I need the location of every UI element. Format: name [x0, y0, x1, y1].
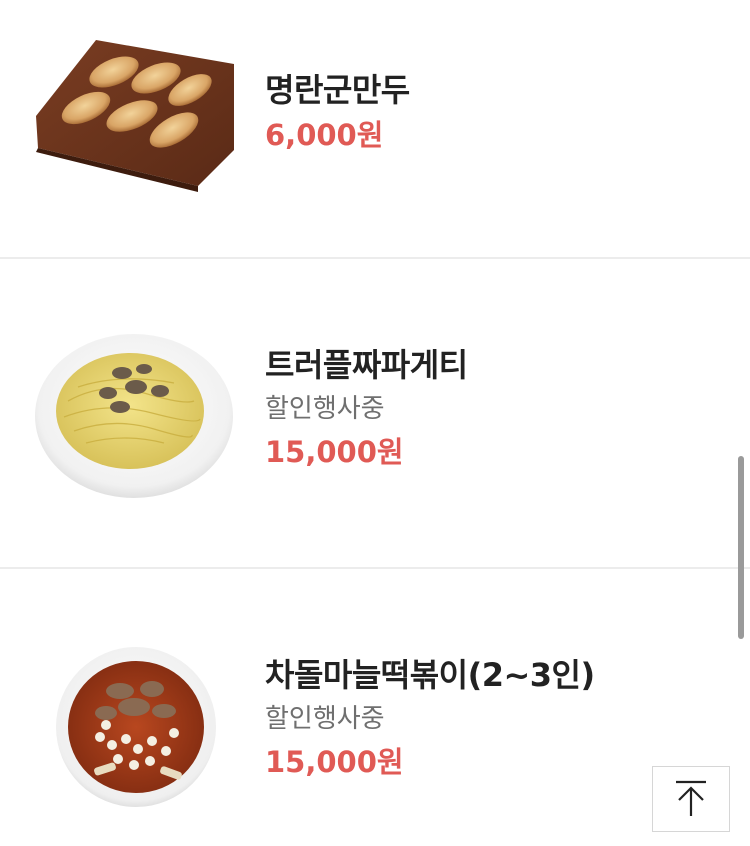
menu-image-truffle-jjapagetti[interactable] — [34, 331, 234, 501]
scroll-to-top-button[interactable] — [652, 766, 730, 832]
tteokbokki-image — [56, 647, 216, 807]
menu-list: 명란군만두 6,000원 트러플짜파게티 할인행사중 15,000원 차돌마늘떡… — [0, 0, 750, 846]
menu-item-name: 트러플짜파게티 — [265, 346, 468, 384]
vertical-scrollbar[interactable] — [738, 456, 744, 639]
menu-page: 명란군만두 6,000원 트러플짜파게티 할인행사중 15,000원 차돌마늘떡… — [0, 0, 750, 846]
menu-image-dumplings[interactable] — [34, 30, 234, 200]
list-item[interactable]: 트러플짜파게티 할인행사중 15,000원 — [0, 259, 750, 569]
menu-item-price: 6,000원 — [265, 118, 384, 152]
sale-badge: 할인행사중 — [265, 704, 385, 734]
menu-item-name: 차돌마늘떡볶이(2~3인) — [265, 656, 595, 694]
arrow-up-to-line-icon — [676, 780, 706, 816]
menu-item-info: 명란군만두 6,000원 — [265, 70, 410, 154]
menu-item-info: 트러플짜파게티 할인행사중 15,000원 — [265, 345, 468, 471]
menu-item-name: 명란군만두 — [265, 71, 410, 109]
menu-item-price: 15,000원 — [265, 745, 404, 779]
truffle-noodle-image — [35, 334, 233, 498]
sale-badge: 할인행사중 — [265, 394, 385, 424]
menu-image-chadol-tteokbokki[interactable] — [34, 641, 234, 811]
menu-item-info: 차돌마늘떡볶이(2~3인) 할인행사중 15,000원 — [265, 655, 595, 781]
list-item[interactable]: 명란군만두 6,000원 — [0, 0, 750, 259]
list-item[interactable]: 차돌마늘떡볶이(2~3인) 할인행사중 15,000원 — [0, 569, 750, 846]
menu-item-price: 15,000원 — [265, 435, 404, 469]
dumplings-image — [36, 40, 234, 192]
